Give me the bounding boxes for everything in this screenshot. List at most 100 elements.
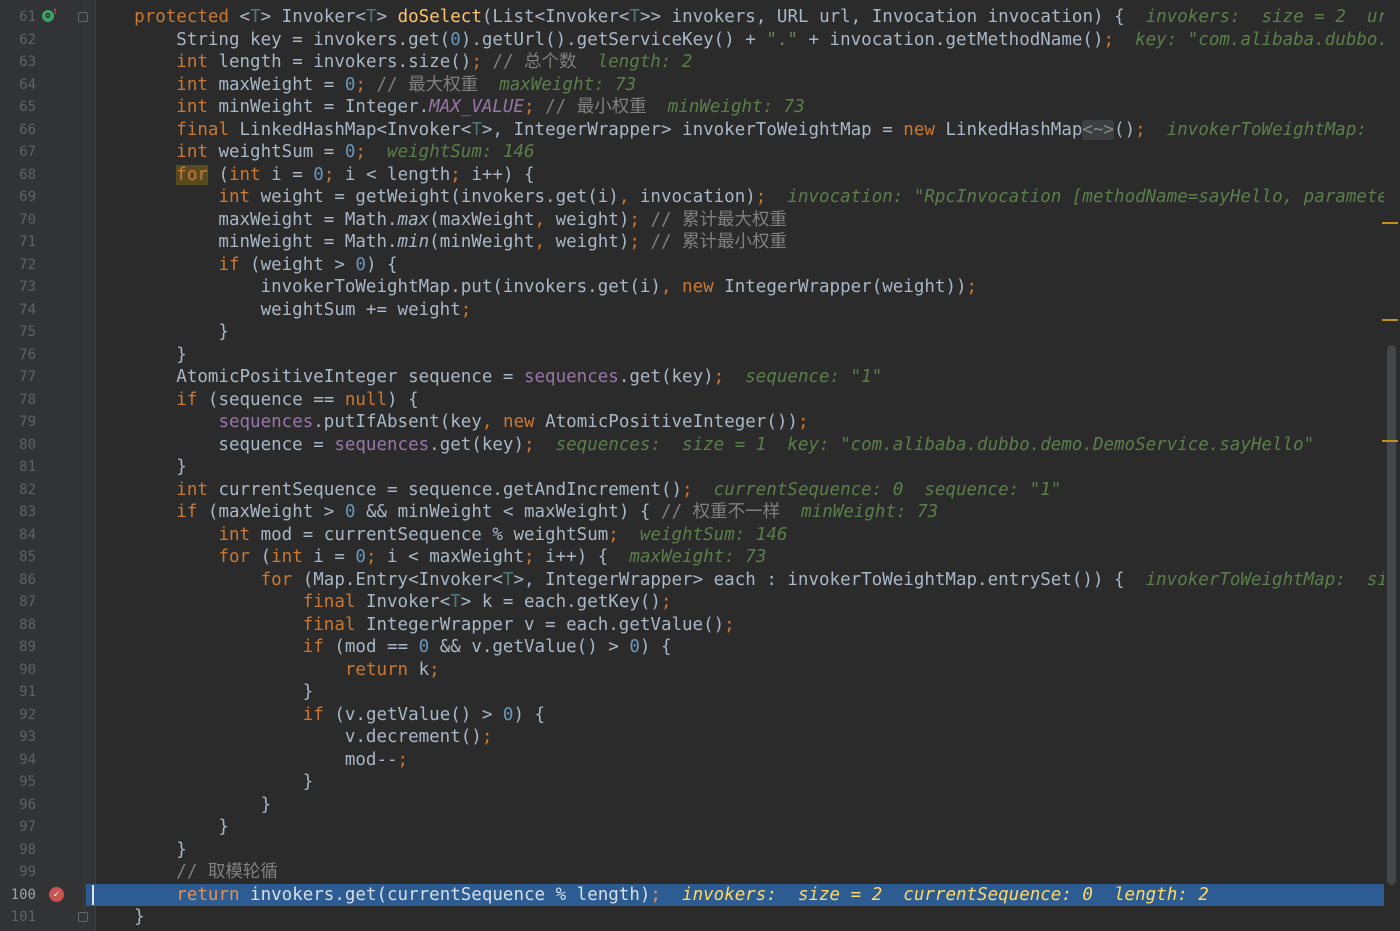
line-number[interactable]: 88 bbox=[0, 614, 36, 637]
code-line[interactable]: int weight = getWeight(invokers.get(i), … bbox=[92, 186, 1388, 209]
line-number[interactable]: 99 bbox=[0, 861, 36, 884]
code-line[interactable]: int mod = currentSequence % weightSum; w… bbox=[92, 524, 787, 547]
code-line[interactable]: } bbox=[92, 816, 229, 839]
code-line[interactable]: v.decrement(); bbox=[92, 726, 493, 749]
code-line[interactable]: invokerToWeightMap.put(invokers.get(i), … bbox=[92, 276, 978, 299]
number-token: 0 bbox=[502, 704, 514, 725]
code-line[interactable]: } bbox=[92, 771, 314, 794]
line-number[interactable]: 67 bbox=[0, 141, 36, 164]
line-number[interactable]: 97 bbox=[0, 816, 36, 839]
code-line[interactable]: int minWeight = Integer.MAX_VALUE; // 最小… bbox=[92, 96, 804, 119]
line-number[interactable]: 91 bbox=[0, 681, 36, 704]
scrollbar-warning-marker[interactable] bbox=[1382, 440, 1398, 442]
line-number[interactable]: 62 bbox=[0, 29, 36, 52]
line-number[interactable]: 72 bbox=[0, 254, 36, 277]
code-line[interactable]: for (int i = 0; i < maxWeight; i++) { ma… bbox=[92, 546, 766, 569]
code-line[interactable]: String key = invokers.get(0).getUrl().ge… bbox=[92, 29, 1388, 52]
line-number[interactable]: 74 bbox=[0, 299, 36, 322]
line-number[interactable]: 85 bbox=[0, 546, 36, 569]
scrollbar-warning-marker[interactable] bbox=[1382, 222, 1398, 224]
folded-code-marker[interactable]: <~> bbox=[1082, 119, 1115, 140]
code-line[interactable]: return k; bbox=[92, 659, 440, 682]
line-number[interactable]: 100 bbox=[0, 884, 36, 907]
code-line[interactable]: // 取模轮循 bbox=[92, 861, 278, 884]
vertical-scrollbar[interactable] bbox=[1384, 0, 1400, 931]
line-number[interactable]: 96 bbox=[0, 794, 36, 817]
line-number[interactable]: 81 bbox=[0, 456, 36, 479]
line-number[interactable]: 66 bbox=[0, 119, 36, 142]
line-number[interactable]: 70 bbox=[0, 209, 36, 232]
keyword-token: ; bbox=[660, 592, 672, 612]
code-line[interactable]: maxWeight = Math.max(maxWeight, weight);… bbox=[92, 209, 787, 232]
line-number[interactable]: 86 bbox=[0, 569, 36, 592]
line-number[interactable]: 82 bbox=[0, 479, 36, 502]
line-number[interactable]: 73 bbox=[0, 276, 36, 299]
code-line[interactable]: for (Map.Entry<Invoker<T>, IntegerWrappe… bbox=[92, 569, 1388, 592]
code-line[interactable]: sequences.putIfAbsent(key, new AtomicPos… bbox=[92, 411, 808, 434]
fold-icon[interactable] bbox=[78, 12, 88, 22]
scrollbar-warning-marker[interactable] bbox=[1382, 319, 1398, 321]
line-number[interactable]: 93 bbox=[0, 726, 36, 749]
line-number[interactable]: 75 bbox=[0, 321, 36, 344]
code-line[interactable]: } bbox=[92, 906, 145, 929]
code-line[interactable]: protected <T> Invoker<T> doSelect(List<I… bbox=[92, 6, 1398, 29]
code-token: invokers.get(currentSequence % length) bbox=[239, 884, 651, 905]
generic-type-token: T bbox=[365, 7, 377, 27]
breakpoint-icon[interactable]: ✓ bbox=[49, 886, 64, 902]
code-line[interactable]: } bbox=[92, 321, 229, 344]
generic-type-token: T bbox=[502, 569, 514, 590]
line-number[interactable]: 71 bbox=[0, 231, 36, 254]
line-number[interactable]: 79 bbox=[0, 411, 36, 434]
code-line[interactable]: mod--; bbox=[92, 749, 408, 772]
code-line[interactable]: for (int i = 0; i < length; i++) { bbox=[92, 164, 535, 187]
line-number[interactable]: 90 bbox=[0, 659, 36, 682]
code-line[interactable]: if (v.getValue() > 0) { bbox=[92, 704, 545, 727]
line-number[interactable]: 83 bbox=[0, 501, 36, 524]
code-line[interactable]: if (sequence == null) { bbox=[92, 389, 418, 412]
line-number[interactable]: 87 bbox=[0, 591, 36, 614]
code-line[interactable]: int maxWeight = 0; // 最大权重 maxWeight: 73 bbox=[92, 74, 636, 97]
code-line[interactable]: if (weight > 0) { bbox=[92, 254, 397, 277]
line-number[interactable]: 69 bbox=[0, 186, 36, 209]
code-editor[interactable]: 61 62 63 64 65 66 67 68 69 70 71 72 73 74 75 76 77 78 79 80… bbox=[0, 0, 1400, 931]
code-line[interactable]: int weightSum = 0; weightSum: 146 bbox=[92, 141, 534, 164]
line-number[interactable]: 77 bbox=[0, 366, 36, 389]
line-number[interactable]: 95 bbox=[0, 771, 36, 794]
code-line[interactable]: return invokers.get(currentSequence % le… bbox=[92, 884, 1209, 907]
line-number[interactable]: 94 bbox=[0, 749, 36, 772]
scrollbar-thumb[interactable] bbox=[1387, 345, 1396, 885]
line-number[interactable]: 64 bbox=[0, 74, 36, 97]
fold-icon[interactable] bbox=[78, 912, 88, 922]
line-number[interactable]: 92 bbox=[0, 704, 36, 727]
code-line[interactable]: AtomicPositiveInteger sequence = sequenc… bbox=[92, 366, 882, 389]
line-number[interactable]: 80 bbox=[0, 434, 36, 457]
line-number[interactable]: 78 bbox=[0, 389, 36, 412]
line-number[interactable]: 68 bbox=[0, 164, 36, 187]
line-number[interactable]: 63 bbox=[0, 51, 36, 74]
keyword-token: if bbox=[302, 637, 324, 657]
line-number[interactable]: 84 bbox=[0, 524, 36, 547]
line-number-gutter[interactable]: 61 62 63 64 65 66 67 68 69 70 71 72 73 74 75 76 77 78 79 80… bbox=[0, 0, 96, 931]
code-line[interactable]: if (maxWeight > 0 && minWeight < maxWeig… bbox=[92, 501, 938, 524]
override-arrow-icon[interactable]: ↑ bbox=[52, 6, 58, 17]
line-number[interactable]: 98 bbox=[0, 839, 36, 862]
code-line[interactable]: weightSum += weight; bbox=[92, 299, 472, 322]
code-line[interactable]: } bbox=[92, 839, 187, 862]
code-line[interactable]: } bbox=[92, 681, 314, 704]
code-line[interactable]: int currentSequence = sequence.getAndInc… bbox=[92, 479, 1061, 502]
code-line[interactable]: final LinkedHashMap<Invoker<T>, IntegerW… bbox=[92, 119, 1367, 142]
line-number[interactable]: 76 bbox=[0, 344, 36, 367]
line-number[interactable]: 89 bbox=[0, 636, 36, 659]
code-line[interactable]: } bbox=[92, 794, 272, 817]
code-line[interactable]: if (mod == 0 && v.getValue() > 0) { bbox=[92, 636, 672, 659]
code-line[interactable]: } bbox=[92, 344, 187, 367]
code-line[interactable]: int length = invokers.size(); // 总个数 len… bbox=[92, 51, 692, 74]
code-line[interactable]: minWeight = Math.min(minWeight, weight);… bbox=[92, 231, 787, 254]
line-number[interactable]: 101 bbox=[0, 906, 36, 929]
code-line[interactable]: } bbox=[92, 456, 187, 479]
code-line[interactable]: final IntegerWrapper v = each.getValue()… bbox=[92, 614, 735, 637]
code-line[interactable]: final Invoker<T> k = each.getKey(); bbox=[92, 591, 672, 614]
code-line[interactable]: sequence = sequences.get(key); sequences… bbox=[92, 434, 1314, 457]
line-number[interactable]: 65 bbox=[0, 96, 36, 119]
line-number[interactable]: 61 bbox=[0, 6, 36, 29]
